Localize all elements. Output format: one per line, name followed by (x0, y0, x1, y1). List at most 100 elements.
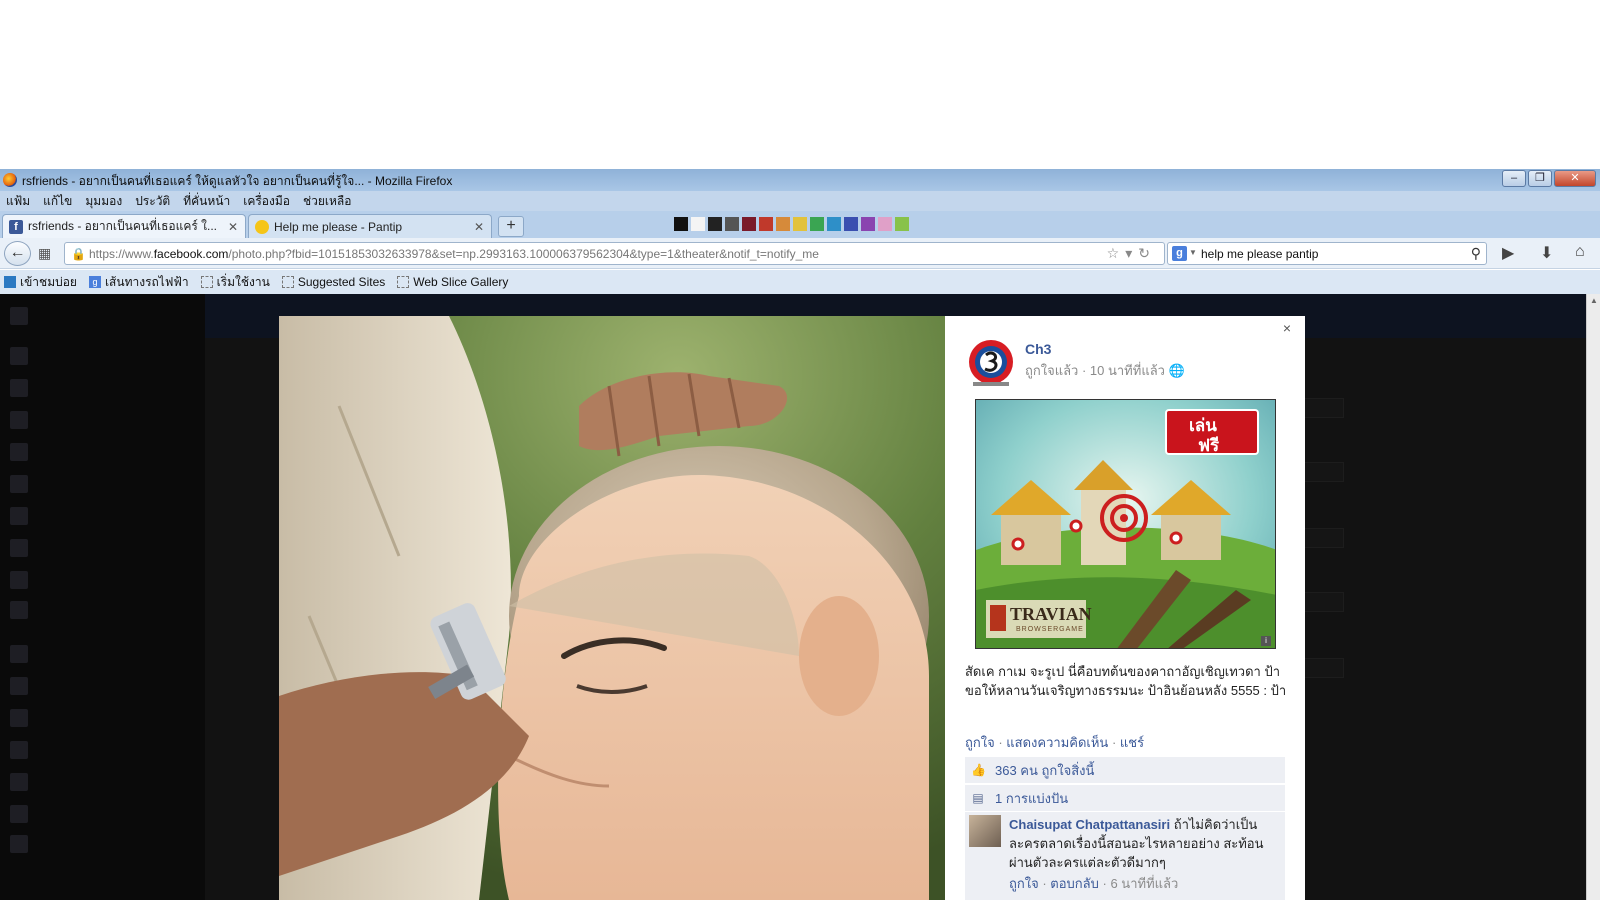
page-name-link[interactable]: Ch3 (1025, 341, 1051, 357)
tab-label: rsfriends - อยากเป็นคนที่เธอแคร์ ใ... (28, 219, 218, 233)
like-link[interactable]: ถูกใจ (965, 735, 995, 750)
close-window-button[interactable]: ✕ (1554, 170, 1596, 187)
url-text[interactable]: https://www.facebook.com/photo.php?fbid=… (89, 247, 819, 261)
comment-like-link[interactable]: ถูกใจ (1009, 876, 1039, 891)
menu-view[interactable]: มุมมอง (85, 192, 122, 211)
commenter-avatar[interactable] (969, 815, 1001, 847)
comment-link[interactable]: แสดงความคิดเห็น (1006, 735, 1108, 750)
sidebar-item (10, 772, 195, 792)
bookmark-bts-route[interactable]: g เส้นทางรถไฟฟ้า (88, 273, 189, 292)
comment-item: Chaisupat Chatpattanasiri ถ้าไม่คิดว่าเป… (965, 812, 1285, 900)
tab-facebook[interactable]: f rsfriends - อยากเป็นคนที่เธอแคร์ ใ... … (2, 214, 246, 238)
tab-close-icon[interactable]: ✕ (227, 220, 239, 234)
shares-link[interactable]: 1 การแบ่งปัน (995, 788, 1068, 809)
star-bookmark-icon[interactable]: ☆ (1107, 245, 1126, 261)
scroll-up-icon[interactable]: ▲ (1590, 296, 1598, 305)
menu-edit[interactable]: แก้ไข (43, 192, 72, 211)
facebook-favicon-icon: f (9, 219, 23, 234)
ad-brand-sub: BROWSERGAME (1016, 626, 1084, 633)
bookmark-most-visited[interactable]: เข้าชมบ่อย (4, 273, 77, 292)
dimmed-button (1300, 462, 1344, 482)
history-dropdown-icon[interactable]: ▦ (38, 245, 51, 262)
search-bar[interactable]: g ▼ help me please pantip ⚲ (1167, 242, 1487, 265)
menu-tools[interactable]: เครื่องมือ (243, 192, 290, 211)
minimize-button[interactable]: – (1502, 170, 1526, 187)
navigation-bar: ← ▦ 🔒 https://www.facebook.com/photo.php… (0, 238, 1600, 269)
menu-bar: แฟ้ม แก้ไข มุมมอง ประวัติ ที่คั่นหน้า เค… (0, 191, 1600, 211)
search-input[interactable]: help me please pantip (1201, 247, 1318, 261)
sidebar-item (10, 834, 195, 854)
tab-close-icon[interactable]: ✕ (473, 220, 485, 234)
youtube-addon-icon[interactable]: ▶ (1502, 243, 1514, 263)
sidebar-item (10, 804, 195, 824)
share-link[interactable]: แชร์ (1120, 735, 1144, 750)
dimmed-button (1300, 658, 1344, 678)
comment-reply-link[interactable]: ตอบกลับ (1050, 876, 1099, 891)
dropdown-icon[interactable]: ▾ (1125, 245, 1138, 261)
share-icon: ▤ (972, 791, 984, 805)
dimmed-button (1300, 528, 1344, 548)
sidebar-item (10, 600, 195, 620)
sidebar-item (10, 644, 195, 664)
pantip-favicon-icon (255, 219, 269, 234)
post-caption: สัดเค กาเม จะรูเป นี่คือบทต้นของคาถาอัญเ… (965, 664, 1287, 698)
page-scrollbar[interactable]: ▲ (1586, 294, 1600, 900)
post-meta: ถูกใจแล้ว · 10 นาทีที่แล้ว 🌐 (1025, 363, 1185, 378)
reload-icon[interactable]: ↻ (1138, 245, 1156, 261)
globe-icon: 🌐 (1168, 363, 1185, 378)
commenter-name-link[interactable]: Chaisupat Chatpattanasiri (1009, 817, 1170, 832)
ad-info-icon[interactable]: i (1261, 636, 1271, 646)
tab-pantip[interactable]: Help me please - Pantip ✕ (248, 214, 492, 238)
sidebar-item (10, 442, 195, 462)
facebook-left-sidebar-dimmed (0, 294, 205, 900)
ch3-logo-icon[interactable] (967, 338, 1015, 388)
sidebar-item (10, 740, 195, 760)
shares-summary: ▤ 1 การแบ่งปัน (965, 785, 1285, 811)
likes-count-link[interactable]: 363 คน (995, 760, 1038, 781)
window-titlebar: rsfriends - อยากเป็นคนที่เธอแคร์ ให้ดูแล… (0, 169, 1600, 191)
menu-help[interactable]: ช่วยเหลือ (303, 192, 352, 211)
new-tab-button[interactable]: + (498, 216, 524, 237)
menu-history[interactable]: ประวัติ (135, 192, 170, 211)
sidebar-item (10, 708, 195, 728)
likes-summary: 👍 363 คน ถูกใจสิ่งนี้ (965, 757, 1285, 783)
firefox-logo-icon (3, 173, 17, 187)
post-time[interactable]: 10 นาทีที่แล้ว (1090, 363, 1165, 378)
sidebar-item (10, 506, 195, 526)
sidebar-item (10, 570, 195, 590)
thumbs-up-icon: 👍 (971, 763, 986, 777)
comment-time[interactable]: 6 นาทีที่แล้ว (1110, 876, 1178, 891)
comment-body: Chaisupat Chatpattanasiri ถ้าไม่คิดว่าเป… (1009, 815, 1281, 872)
menu-bookmarks[interactable]: ที่คั่นหน้า (183, 192, 230, 211)
facebook-page-overlay: × Ch3 ถูกใจแล้ว · 10 นาทีที่แล้ว 🌐 เล่น … (0, 294, 1600, 900)
ad-brand-name: TRAVIAN (1010, 604, 1092, 624)
sidebar-item (10, 410, 195, 430)
bookmark-getting-started[interactable]: เริ่มใช้งาน (200, 273, 270, 292)
close-theater-icon[interactable]: × (1283, 320, 1291, 336)
menu-file[interactable]: แฟ้ม (6, 192, 30, 211)
travian-ad-image[interactable]: เล่น ฟรี TRAVIAN BROWSERGAME i (975, 399, 1276, 649)
page-icon (281, 276, 294, 288)
search-engine-icon[interactable]: g (1172, 246, 1187, 261)
bookmark-suggested-sites[interactable]: Suggested Sites (281, 275, 385, 289)
liked-status[interactable]: ถูกใจแล้ว (1025, 363, 1078, 378)
photo-image (279, 316, 945, 900)
back-button[interactable]: ← (4, 241, 31, 266)
post-actions: ถูกใจ · แสดงความคิดเห็น · แชร์ (965, 735, 1145, 750)
theater-photo[interactable] (279, 316, 945, 900)
sidebar-item (10, 676, 195, 696)
bookmarks-bar: เข้าชมบ่อย g เส้นทางรถไฟฟ้า เริ่มใช้งาน S… (0, 270, 1600, 294)
comment-actions: ถูกใจ · ตอบกลับ · 6 นาทีที่แล้ว (1009, 876, 1179, 891)
dimmed-button (1300, 398, 1344, 418)
search-engine-dropdown-icon[interactable]: ▼ (1189, 248, 1197, 257)
bookmark-web-slice-gallery[interactable]: Web Slice Gallery (397, 275, 508, 289)
maximize-button[interactable]: ❐ (1528, 170, 1552, 187)
dimmed-button (1300, 592, 1344, 612)
download-icon[interactable]: ⬇ (1540, 243, 1553, 263)
search-icon[interactable]: ⚲ (1471, 245, 1481, 262)
sidebar-item (10, 306, 195, 326)
photo-side-panel: × Ch3 ถูกใจแล้ว · 10 นาทีที่แล้ว 🌐 เล่น … (945, 316, 1305, 900)
home-icon[interactable]: ⌂ (1575, 243, 1585, 261)
url-bar[interactable]: 🔒 https://www.facebook.com/photo.php?fbi… (64, 242, 1165, 265)
ad-badge-line2: ฟรี (1198, 436, 1220, 455)
